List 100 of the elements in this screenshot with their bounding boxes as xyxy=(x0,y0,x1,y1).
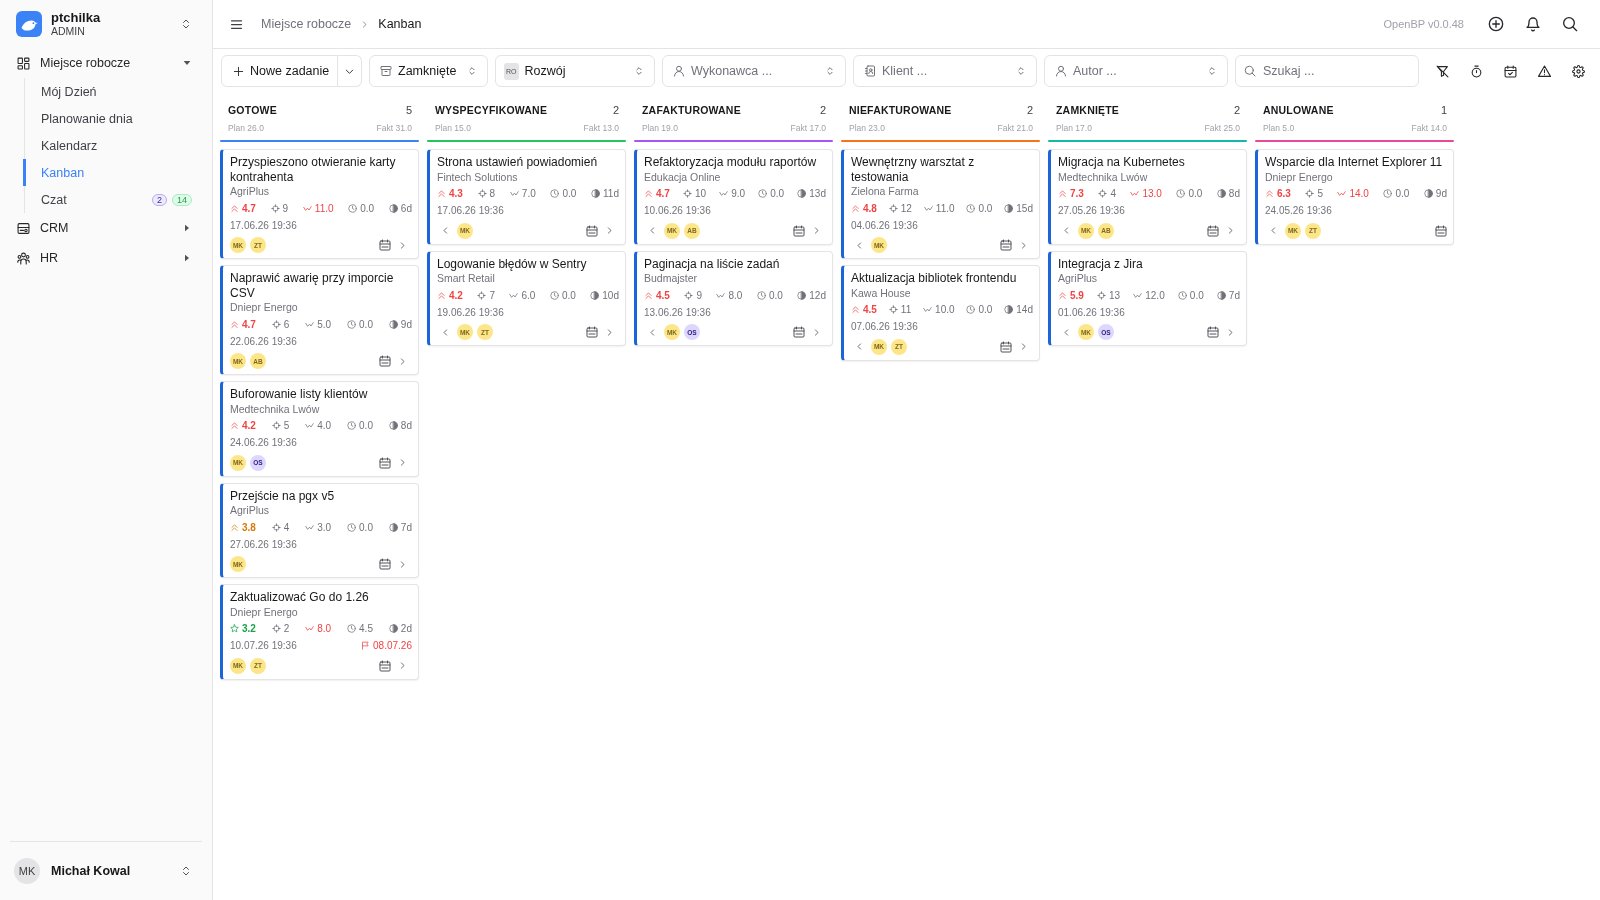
calendar-icon[interactable] xyxy=(793,224,805,237)
half-circle-icon xyxy=(388,522,398,532)
warning-icon[interactable] xyxy=(1538,64,1551,78)
count-value: 11 xyxy=(900,304,912,315)
timer-icon[interactable] xyxy=(1470,64,1483,78)
calendar-icon[interactable] xyxy=(1435,224,1447,237)
client-name: AgriPlus xyxy=(1058,271,1099,286)
double-chevron-up-icon xyxy=(230,421,239,430)
clock-icon xyxy=(549,290,559,300)
column-plan: Plan 23.0 xyxy=(849,122,885,134)
calendar-icon[interactable] xyxy=(379,239,391,251)
zigzag-icon xyxy=(305,421,315,430)
chevron-right-icon xyxy=(360,19,370,29)
priority-value: 4.2 xyxy=(242,420,256,431)
card-date: 27.05.26 19:36 xyxy=(1058,205,1125,216)
filter-dropdown[interactable]: Klient ... xyxy=(853,55,1037,87)
calendar-icon[interactable] xyxy=(586,224,598,237)
clock-icon xyxy=(347,421,357,430)
estimate-value: 10.0 xyxy=(935,304,955,315)
column-count: 2 xyxy=(819,103,826,118)
half-circle-icon xyxy=(388,624,398,633)
sidebar-item[interactable]: Czat 2 14 xyxy=(25,186,212,213)
calendar-icon[interactable] xyxy=(379,558,391,570)
filter-dropdown[interactable]: Autor ... xyxy=(1044,55,1228,87)
calendar-icon[interactable] xyxy=(379,355,391,367)
new-task-button[interactable]: Nowe zadanie xyxy=(221,55,338,87)
time-value: 0.0 xyxy=(1189,289,1204,301)
priority-value: 4.5 xyxy=(863,304,877,315)
clock-icon xyxy=(550,189,560,198)
sidebar-nav-item[interactable]: HR xyxy=(0,243,212,273)
calendar-icon[interactable] xyxy=(1207,326,1219,338)
crosshair-icon xyxy=(1098,189,1108,198)
calendar-icon[interactable] xyxy=(1207,224,1219,237)
column-plan: Plan 15.0 xyxy=(435,122,471,134)
zigzag-icon xyxy=(509,189,519,198)
calendar-icon[interactable] xyxy=(1000,239,1012,251)
card-icon xyxy=(17,221,30,235)
chevrons-up-down-icon[interactable] xyxy=(180,865,192,877)
card-date: 04.06.26 19:36 xyxy=(851,219,918,231)
card-date: 17.06.26 19:36 xyxy=(437,205,504,216)
time-value: 0.0 xyxy=(359,521,373,533)
sidebar-item[interactable]: Kalendarz xyxy=(25,132,212,159)
sidebar-nav-item[interactable]: CRM xyxy=(0,213,212,243)
age-value: 7d xyxy=(1228,289,1240,301)
card-date: 17.06.26 19:36 xyxy=(230,219,297,231)
half-circle-icon xyxy=(1423,189,1433,198)
calendar-icon[interactable] xyxy=(1000,340,1012,353)
calendar-check-icon[interactable] xyxy=(1504,64,1517,78)
half-circle-icon xyxy=(388,203,398,213)
calendar-icon[interactable] xyxy=(793,326,805,338)
sidebar-item[interactable]: Planowanie dnia xyxy=(25,105,212,132)
time-value: 4.5 xyxy=(359,623,373,634)
column-count: 2 xyxy=(1026,103,1033,118)
card-date: 01.06.26 19:36 xyxy=(1058,306,1125,318)
calendar-icon[interactable] xyxy=(379,659,391,672)
plus-circle-icon[interactable] xyxy=(1488,16,1504,32)
sidebar-item[interactable]: Mój Dzień xyxy=(25,78,212,105)
time-value: 0.0 xyxy=(360,202,375,214)
clock-icon xyxy=(1176,189,1186,198)
filter-dropdown[interactable]: Zamknięte xyxy=(369,55,488,87)
count-value: 13 xyxy=(1109,289,1121,301)
chevrons-up-down-icon[interactable] xyxy=(180,18,192,30)
client-name: Dniepr Energo xyxy=(230,604,299,620)
priority-value: 6.3 xyxy=(1277,188,1291,199)
calendar-icon[interactable] xyxy=(379,456,391,469)
workspace-name: ptchilka xyxy=(51,10,102,25)
bird-logo-icon[interactable] xyxy=(16,11,42,37)
count-value: 4 xyxy=(1110,188,1116,199)
dropdown-toggle-button[interactable] xyxy=(338,55,362,87)
zigzag-icon xyxy=(1130,189,1140,198)
bell-icon[interactable] xyxy=(1525,16,1541,32)
search-field[interactable]: Szukaj ... xyxy=(1235,55,1419,87)
card-title: Migracja na Kubernetes xyxy=(1058,155,1186,170)
sidebar-nav-item[interactable]: Miejsce robocze xyxy=(0,48,212,78)
search-icon[interactable] xyxy=(1562,16,1578,32)
estimate-value: 14.0 xyxy=(1349,188,1369,199)
double-chevron-up-icon xyxy=(437,290,446,300)
estimate-value: 13.0 xyxy=(1142,188,1162,199)
card-title: Przyspieszono otwieranie karty kontrahenta xyxy=(230,155,397,184)
column-fact: Fakt 31.0 xyxy=(376,122,412,134)
filter-off-icon[interactable] xyxy=(1436,64,1449,78)
double-chevron-up-icon xyxy=(851,305,860,314)
chevrons-up-down-icon xyxy=(467,66,477,76)
calendar-icon[interactable] xyxy=(586,326,598,338)
column-count: 2 xyxy=(1233,103,1240,118)
breadcrumb-link[interactable]: Miejsce robocze xyxy=(261,17,352,31)
zigzag-icon xyxy=(923,305,933,314)
filter-dropdown[interactable]: Wykonawca ... xyxy=(662,55,846,87)
estimate-value: 4.0 xyxy=(317,420,332,431)
person-icon xyxy=(1055,65,1067,77)
client-name: Edukacja Online xyxy=(644,169,722,185)
time-value: 0.0 xyxy=(770,188,785,199)
count-badge: 2 xyxy=(151,193,167,206)
settings-icon[interactable] xyxy=(1572,64,1585,78)
age-value: 12d xyxy=(809,289,826,301)
sidebar-item[interactable]: Kanban xyxy=(23,159,212,186)
breadcrumb-current: Kanban xyxy=(378,17,422,31)
time-value: 0.0 xyxy=(768,289,783,301)
time-value: 0.0 xyxy=(978,202,993,214)
user-avatar[interactable]: MK xyxy=(14,858,40,884)
